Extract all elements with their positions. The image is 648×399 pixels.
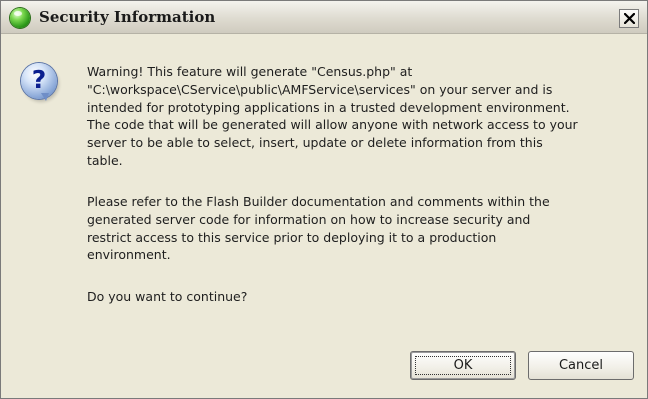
message-line: environment. — [87, 247, 171, 263]
message-line: generated server code for information on… — [87, 211, 531, 227]
question-text: Do you want to continue? — [87, 289, 248, 304]
warning-paragraph: Warning! This feature will generate "Cen… — [87, 63, 637, 170]
message-line: Warning! This feature will generate "Cen… — [87, 64, 413, 79]
cancel-button[interactable]: Cancel — [528, 351, 634, 380]
ok-button[interactable]: OK — [410, 351, 516, 380]
ok-button-label: OK — [453, 358, 473, 373]
message-line: table. — [87, 152, 123, 168]
title-bar[interactable]: Security Information — [1, 1, 647, 34]
question-icon: ? — [21, 63, 57, 101]
green-orb-icon — [10, 8, 30, 28]
continue-question: Do you want to continue? — [87, 288, 637, 306]
close-button[interactable] — [619, 9, 639, 28]
message-line: intended for prototyping applications in… — [87, 99, 570, 115]
message-line: Please refer to the Flash Builder docume… — [87, 194, 550, 209]
message-line: The code that will be generated will all… — [87, 117, 578, 133]
message-line: restrict access to this service prior to… — [87, 229, 497, 245]
cancel-button-label: Cancel — [558, 358, 604, 373]
message-line: server to be able to select, insert, upd… — [87, 135, 543, 151]
documentation-paragraph: Please refer to the Flash Builder docume… — [87, 193, 637, 264]
security-information-dialog: Security Information ? Warning! This fea… — [0, 0, 648, 399]
close-icon — [624, 13, 635, 24]
dialog-title: Security Information — [39, 8, 216, 26]
message-line: "C:\workspace\CService\public\AMFService… — [87, 81, 553, 97]
